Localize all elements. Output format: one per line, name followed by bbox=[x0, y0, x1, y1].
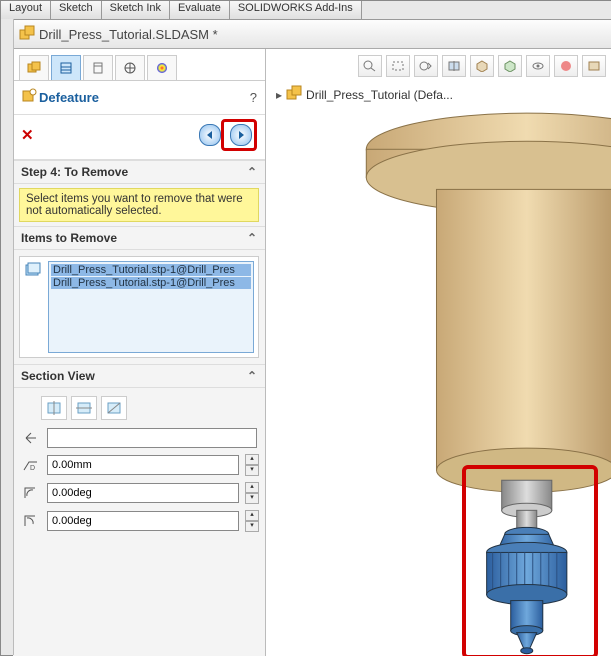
svg-text:D: D bbox=[30, 465, 35, 472]
x-rotation-icon bbox=[21, 484, 41, 502]
x-rotation-spinner[interactable]: ▴▾ bbox=[245, 482, 257, 504]
assembly-icon bbox=[19, 25, 35, 44]
section-reference-input[interactable] bbox=[47, 428, 257, 448]
tab-addins[interactable]: SOLIDWORKS Add-Ins bbox=[230, 1, 362, 19]
items-label: Items to Remove bbox=[21, 231, 117, 245]
list-item[interactable]: Drill_Press_Tutorial.stp-1@Drill_Pres bbox=[51, 264, 251, 276]
panel-tab-feature-tree[interactable] bbox=[19, 55, 49, 80]
pm-title: Defeature bbox=[39, 90, 250, 105]
offset-spinner[interactable]: ▴▾ bbox=[245, 454, 257, 476]
tab-sketch-ink[interactable]: Sketch Ink bbox=[102, 1, 170, 19]
section-plane1-button[interactable] bbox=[41, 396, 67, 420]
panel-tab-strip bbox=[13, 49, 265, 81]
y-rotation-spinner[interactable]: ▴▾ bbox=[245, 510, 257, 532]
y-rotation-icon bbox=[21, 512, 41, 530]
next-button-highlight bbox=[221, 119, 257, 151]
left-rail bbox=[1, 19, 14, 655]
tree-root-label[interactable]: Drill_Press_Tutorial (Defa... bbox=[306, 88, 453, 102]
panel-tab-property-manager[interactable] bbox=[51, 55, 81, 80]
items-header[interactable]: Items to Remove ⌃ bbox=[13, 226, 265, 250]
step4-header[interactable]: Step 4: To Remove ⌃ bbox=[13, 160, 265, 184]
scene-icon[interactable] bbox=[582, 55, 606, 77]
appearance-icon[interactable] bbox=[554, 55, 578, 77]
x-rotation-input[interactable] bbox=[47, 483, 239, 503]
defeature-icon bbox=[21, 87, 39, 108]
step4-label: Step 4: To Remove bbox=[21, 165, 128, 179]
body-icon bbox=[24, 261, 42, 282]
zoom-area-icon[interactable] bbox=[386, 55, 410, 77]
offset-distance-icon: D bbox=[21, 456, 41, 474]
hide-show-icon[interactable] bbox=[526, 55, 550, 77]
offset-input[interactable] bbox=[47, 455, 239, 475]
back-button[interactable] bbox=[199, 124, 221, 146]
cancel-button[interactable]: ✕ bbox=[21, 126, 34, 144]
flyout-tree: ▸ Drill_Press_Tutorial (Defa... bbox=[276, 85, 453, 104]
panel-tab-appearance[interactable] bbox=[147, 55, 177, 80]
graphics-viewport[interactable]: ▸ Drill_Press_Tutorial (Defa... bbox=[266, 49, 611, 656]
prev-view-icon[interactable] bbox=[414, 55, 438, 77]
panel-tab-config[interactable] bbox=[83, 55, 113, 80]
display-style-icon[interactable] bbox=[498, 55, 522, 77]
reverse-icon[interactable] bbox=[21, 429, 41, 447]
pm-header: Defeature ? bbox=[13, 81, 265, 115]
section-plane2-button[interactable] bbox=[71, 396, 97, 420]
list-item[interactable]: Drill_Press_Tutorial.stp-1@Drill_Pres bbox=[51, 277, 251, 289]
heads-up-toolbar bbox=[358, 55, 606, 77]
collapse-icon: ⌃ bbox=[247, 165, 257, 179]
chuck-highlight bbox=[462, 465, 598, 656]
collapse-icon: ⌃ bbox=[247, 369, 257, 383]
items-selection-box[interactable]: Drill_Press_Tutorial.stp-1@Drill_Pres Dr… bbox=[48, 261, 254, 353]
property-manager-panel: Defeature ? ✕ Step 4: To Remove ⌃ Select… bbox=[13, 49, 266, 656]
tab-evaluate[interactable]: Evaluate bbox=[170, 1, 230, 19]
next-button[interactable] bbox=[230, 124, 252, 146]
command-manager-tabs: Layout Sketch Sketch Ink Evaluate SOLIDW… bbox=[1, 1, 611, 20]
assembly-icon bbox=[286, 85, 302, 104]
help-icon[interactable]: ? bbox=[250, 90, 257, 105]
section-view-body: D ▴▾ ▴▾ ▴▾ bbox=[13, 388, 265, 542]
expand-icon[interactable]: ▸ bbox=[276, 88, 282, 102]
tab-sketch[interactable]: Sketch bbox=[51, 1, 102, 19]
document-bar: Drill_Press_Tutorial.SLDASM * bbox=[13, 20, 611, 49]
y-rotation-input[interactable] bbox=[47, 511, 239, 531]
section-view-header[interactable]: Section View ⌃ bbox=[13, 364, 265, 388]
view-orientation-icon[interactable] bbox=[470, 55, 494, 77]
pm-controls: ✕ bbox=[13, 115, 265, 160]
document-title: Drill_Press_Tutorial.SLDASM * bbox=[39, 27, 218, 42]
section-view-label: Section View bbox=[21, 369, 95, 383]
panel-tab-dimxpert[interactable] bbox=[115, 55, 145, 80]
step4-hint: Select items you want to remove that wer… bbox=[19, 188, 259, 222]
items-list: Drill_Press_Tutorial.stp-1@Drill_Pres Dr… bbox=[19, 256, 259, 358]
collapse-icon: ⌃ bbox=[247, 231, 257, 245]
section-view-icon[interactable] bbox=[442, 55, 466, 77]
zoom-fit-icon[interactable] bbox=[358, 55, 382, 77]
section-plane3-button[interactable] bbox=[101, 396, 127, 420]
tab-layout[interactable]: Layout bbox=[1, 1, 51, 19]
